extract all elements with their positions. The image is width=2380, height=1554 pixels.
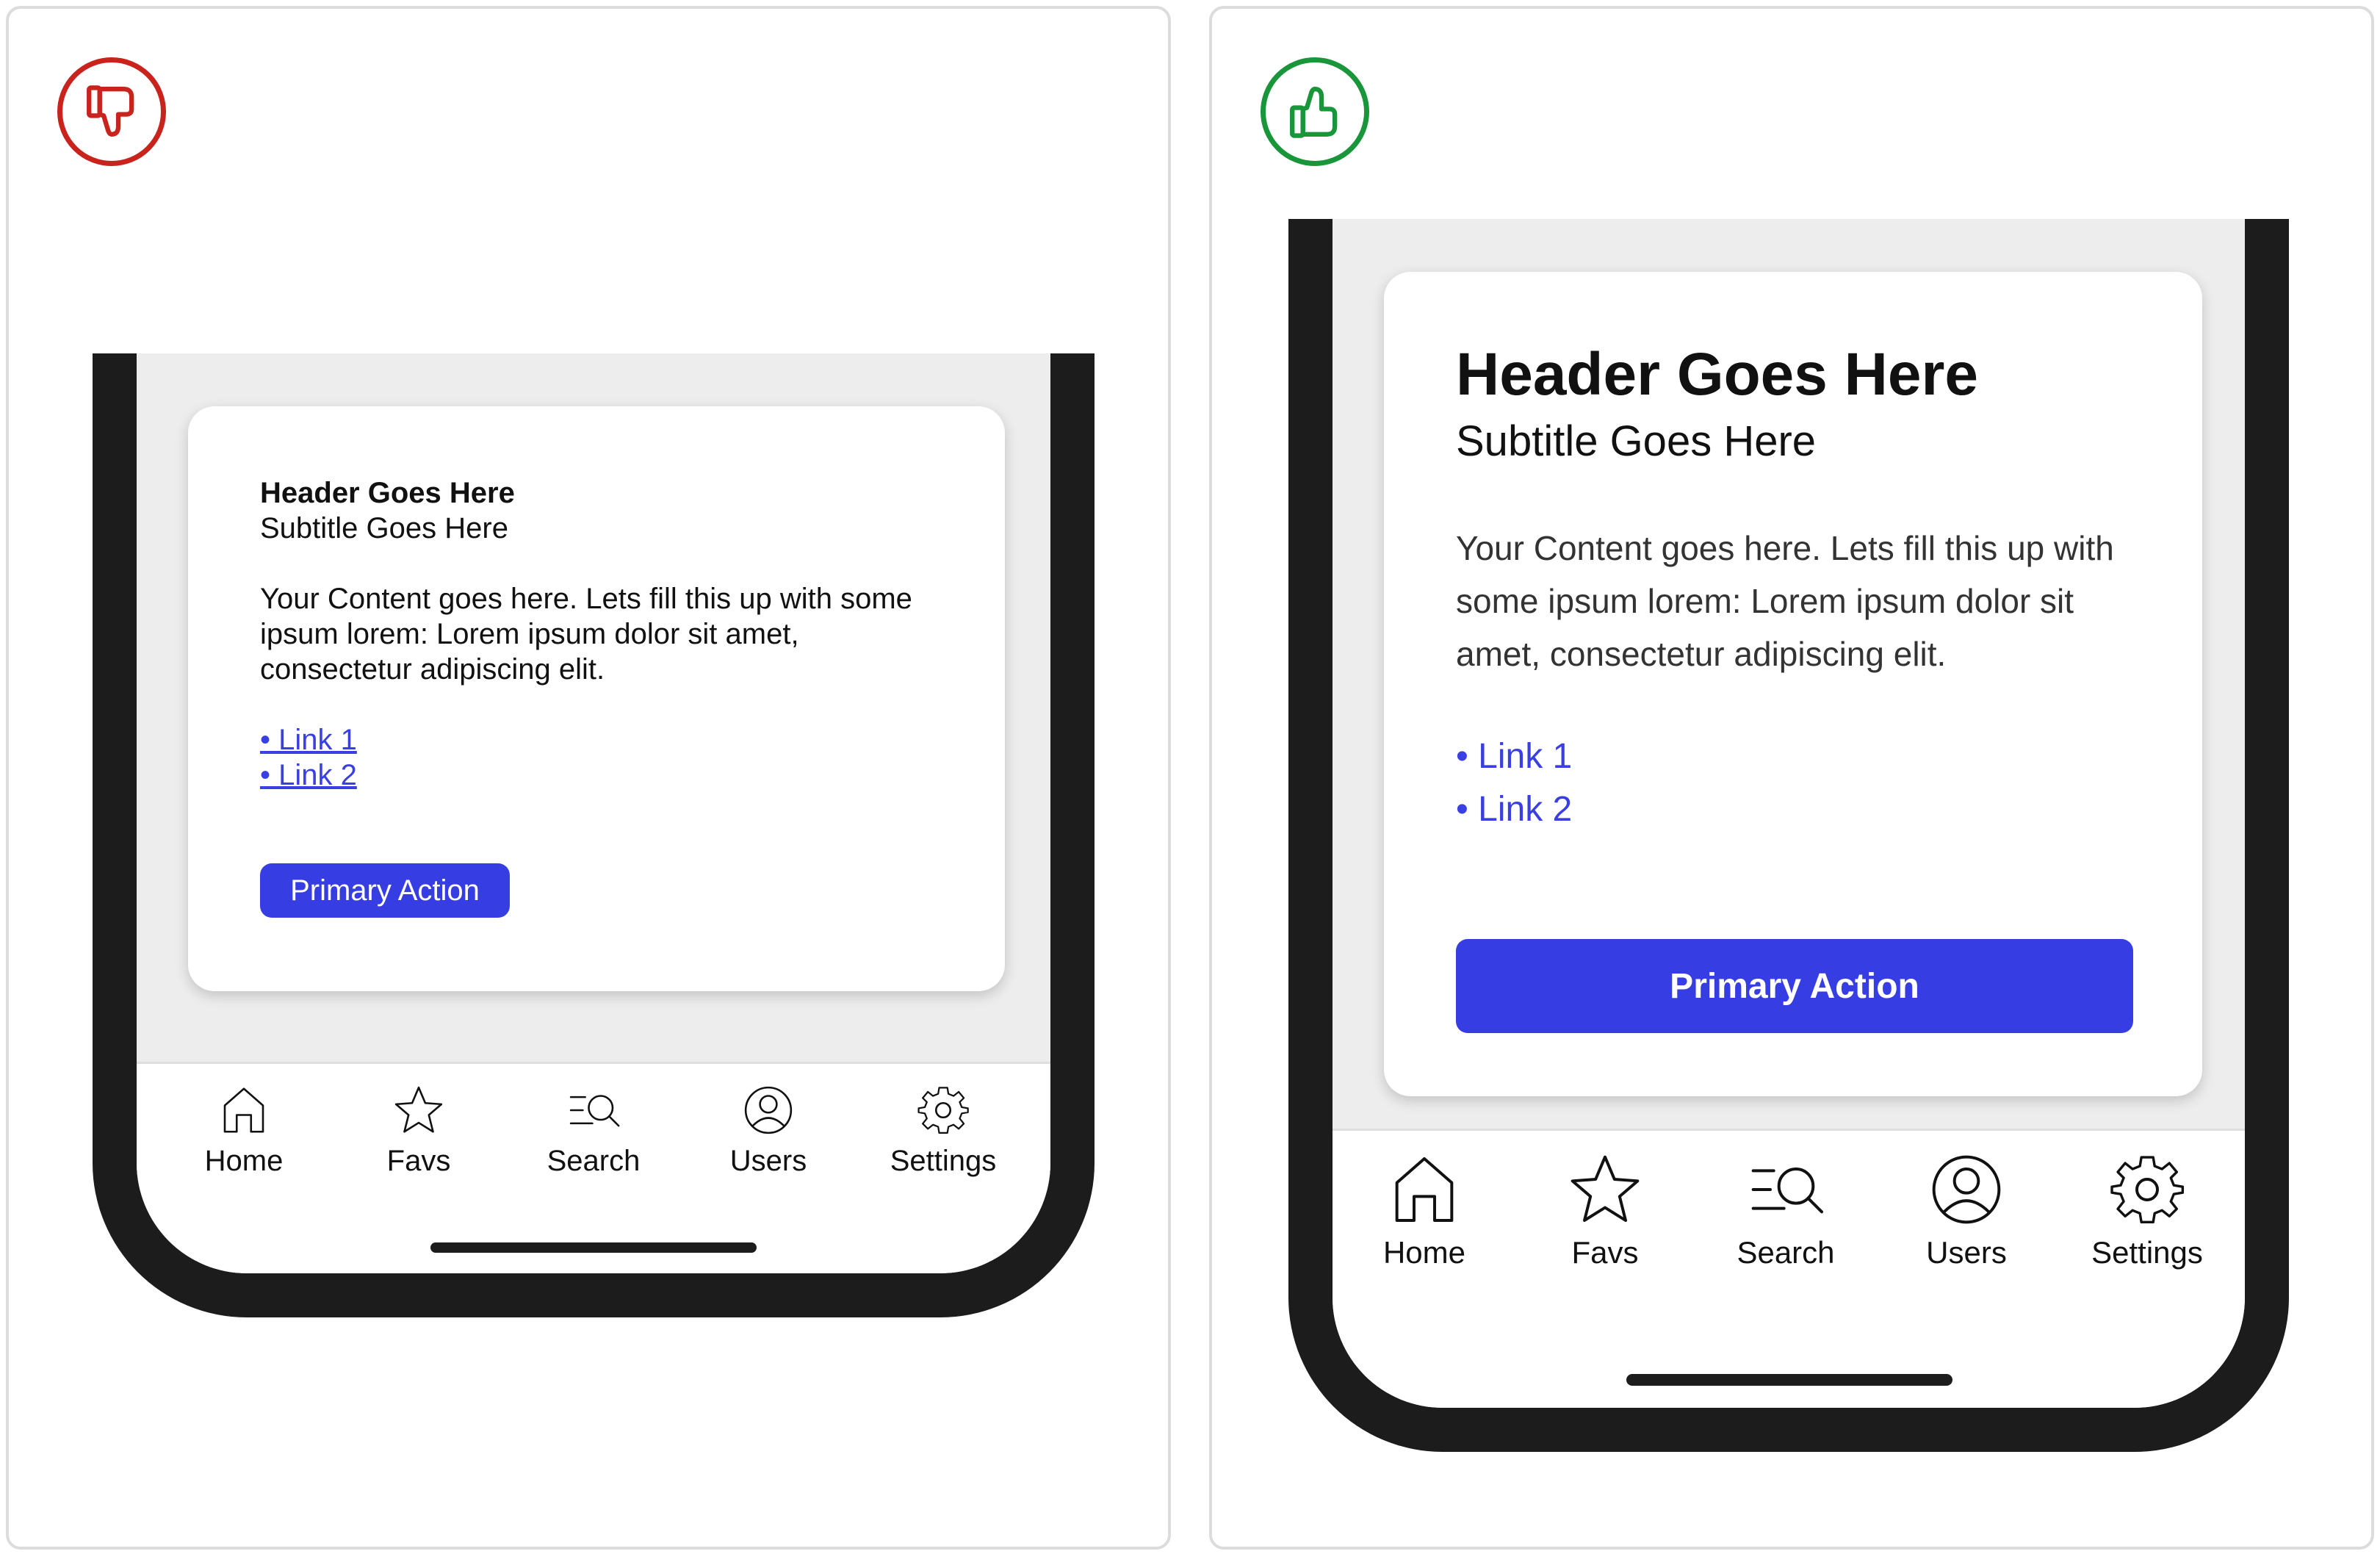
home-icon [223, 1087, 264, 1133]
nav-item-home[interactable]: Home [1355, 1148, 1494, 1272]
search-icon [569, 1095, 620, 1127]
nav-label: Home [1382, 1235, 1466, 1270]
primary-action-button[interactable]: Primary Action [1456, 939, 2133, 1033]
bottom-nav-bar: Home Favs Search Users Settings [137, 1062, 1050, 1273]
card-links: • Link 1 • Link 2 [260, 722, 933, 793]
link-1[interactable]: • Link 1 [1456, 730, 2130, 783]
link-2[interactable]: • Link 2 [260, 758, 933, 793]
phone-screen: Header Goes Here Subtitle Goes Here Your… [137, 353, 1050, 1273]
nav-label: Users [1926, 1235, 2007, 1270]
user-icon [1932, 1155, 2001, 1224]
home-icon [1395, 1157, 1454, 1222]
thumbs-down-icon [57, 57, 166, 166]
nav-item-home[interactable]: Home [185, 1082, 303, 1179]
nav-item-favs[interactable]: Favs [1535, 1148, 1675, 1272]
card-title: Header Goes Here [260, 477, 515, 509]
nav-label: Users [729, 1145, 807, 1177]
nav-item-users[interactable]: Users [710, 1082, 827, 1179]
home-indicator [1626, 1374, 1952, 1386]
gear-icon [2110, 1156, 2185, 1224]
nav-label: Favs [1571, 1235, 1639, 1270]
bad-example-panel: Header Goes Here Subtitle Goes Here Your… [6, 6, 1171, 1550]
bottom-nav-bar: Home Favs Search Users Settings [1333, 1129, 2245, 1408]
phone-screen: Header Goes Here Subtitle Goes Here Your… [1333, 219, 2245, 1408]
primary-action-button[interactable]: Primary Action [260, 863, 510, 918]
phone-frame: Header Goes Here Subtitle Goes Here Your… [93, 353, 1095, 1317]
card-links: • Link 1 • Link 2 [1456, 730, 2130, 836]
nav-label: Search [547, 1145, 641, 1177]
nav-item-search[interactable]: Search [1716, 1148, 1856, 1272]
nav-label: Settings [890, 1145, 997, 1177]
gear-icon [917, 1087, 969, 1134]
content-card: Header Goes Here Subtitle Goes Here Your… [1384, 272, 2202, 1096]
nav-label: Favs [386, 1145, 451, 1177]
card-title: Header Goes Here [1456, 341, 1979, 408]
nav-label: Settings [2091, 1235, 2203, 1270]
home-indicator [430, 1242, 757, 1253]
card-subtitle: Subtitle Goes Here [1456, 417, 1817, 465]
phone-frame: Header Goes Here Subtitle Goes Here Your… [1288, 219, 2289, 1452]
star-icon [394, 1086, 443, 1133]
card-body-text: Your Content goes here. Lets fill this u… [260, 583, 912, 686]
good-example-panel: Header Goes Here Subtitle Goes Here Your… [1209, 6, 2374, 1550]
search-icon [1751, 1168, 1823, 1214]
content-card: Header Goes Here Subtitle Goes Here Your… [188, 406, 1005, 991]
nav-item-search[interactable]: Search [535, 1082, 652, 1179]
nav-item-settings[interactable]: Settings [884, 1082, 1002, 1179]
nav-item-users[interactable]: Users [1897, 1148, 2036, 1272]
nav-label: Home [204, 1145, 284, 1177]
link-1[interactable]: • Link 1 [260, 722, 933, 758]
user-icon [744, 1086, 793, 1134]
thumbs-up-icon [1261, 57, 1369, 166]
nav-item-settings[interactable]: Settings [2077, 1148, 2217, 1272]
link-2[interactable]: • Link 2 [1456, 783, 2130, 836]
nav-label: Search [1737, 1235, 1835, 1270]
card-subtitle: Subtitle Goes Here [260, 512, 508, 544]
card-body-text: Your Content goes here. Lets fill this u… [1456, 529, 2114, 673]
star-icon [1571, 1155, 1640, 1222]
nav-item-favs[interactable]: Favs [360, 1082, 477, 1179]
